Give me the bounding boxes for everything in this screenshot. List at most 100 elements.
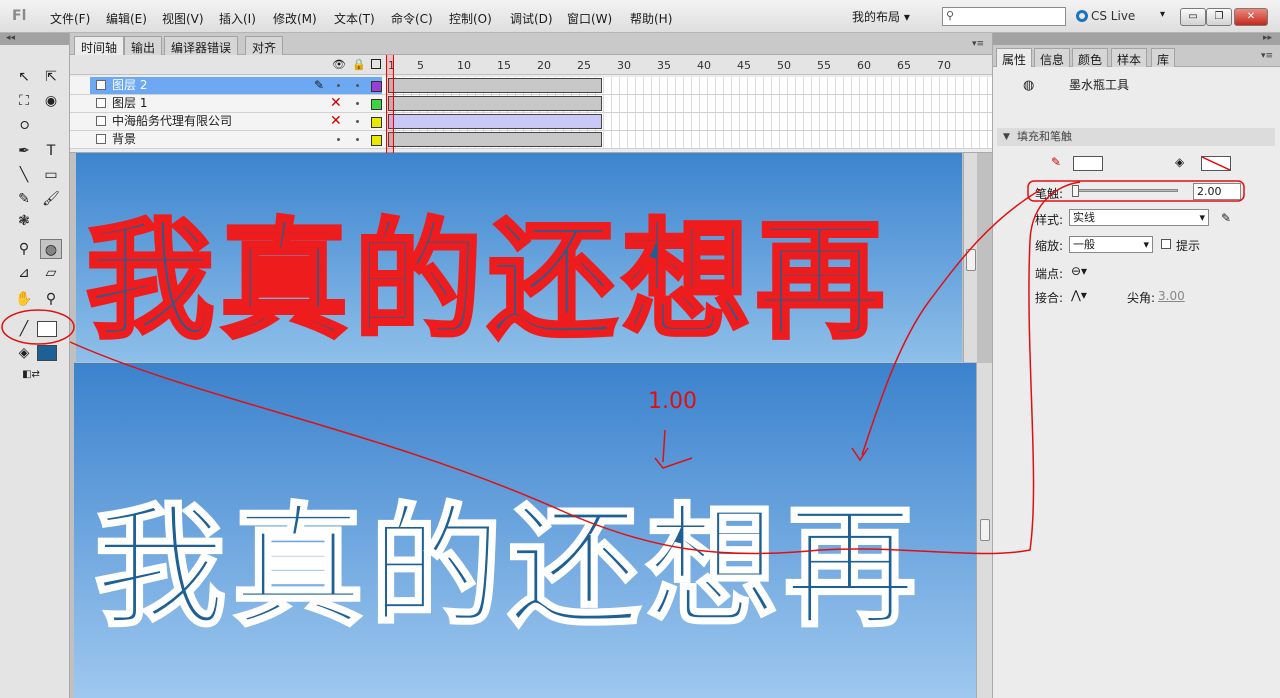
edit-stroke-style-icon[interactable]: ✎: [1221, 211, 1231, 225]
menu-help[interactable]: 帮助(H): [630, 10, 672, 27]
ink-bottle-icon: ◍: [1023, 78, 1035, 93]
menu-debug[interactable]: 调试(D): [510, 10, 553, 27]
tab-color[interactable]: 颜色: [1072, 48, 1109, 67]
tab-output[interactable]: 输出: [124, 36, 163, 55]
text-tool-icon[interactable]: T: [40, 141, 62, 161]
brush-tool-icon[interactable]: 🖌: [40, 189, 62, 209]
layer-frames[interactable]: [388, 77, 992, 94]
panel-menu-icon[interactable]: ▾≡: [1261, 51, 1273, 61]
layer-color-box[interactable]: [371, 117, 382, 128]
fill-color-swatch[interactable]: [1201, 156, 1231, 171]
layer-color-box[interactable]: [371, 99, 382, 110]
hidden-x-icon[interactable]: ✕: [330, 113, 342, 130]
menu-text[interactable]: 文本(T): [334, 10, 375, 27]
minimize-button[interactable]: ▭: [1180, 8, 1206, 26]
deco-tool-icon[interactable]: ❃: [13, 211, 35, 231]
tab-info[interactable]: 信息: [1034, 48, 1071, 67]
close-button[interactable]: ✕: [1234, 8, 1268, 26]
style-dropdown[interactable]: 实线 ▾: [1069, 209, 1209, 226]
lasso-tool-icon[interactable]: ഠ: [13, 115, 35, 135]
slider-knob[interactable]: [1072, 185, 1079, 197]
stage-preview-bottom[interactable]: 我真的还想再: [74, 363, 976, 698]
tool-name: 墨水瓶工具: [1069, 78, 1130, 92]
lock-dot[interactable]: [356, 120, 359, 123]
tab-library[interactable]: 库: [1151, 48, 1176, 67]
cs-live-dropdown-icon[interactable]: ▾: [1160, 9, 1165, 20]
join-dropdown-icon[interactable]: ⋀▾: [1071, 288, 1087, 302]
zoom-tool-icon[interactable]: ⚲: [40, 289, 62, 309]
menu-commands[interactable]: 命令(C): [391, 10, 433, 27]
stage-text-white-stroke[interactable]: 我真的还想再: [93, 461, 922, 652]
tab-compiler-errors[interactable]: 编译器错误: [164, 36, 239, 55]
vertical-scrollbar[interactable]: [963, 153, 977, 362]
outline-icon[interactable]: [371, 59, 381, 69]
tab-properties[interactable]: 属性: [996, 48, 1033, 67]
timeline-panel: 时间轴 输出 编译器错误 对齐 ▾≡ 👁 🔒 1 5 10 15 20 25 3…: [70, 33, 992, 153]
layer-color-box[interactable]: [371, 135, 382, 146]
layer-row[interactable]: 图层 2 ✎: [70, 77, 992, 95]
tab-align[interactable]: 对齐: [245, 36, 284, 55]
eyedropper-tool-icon[interactable]: ⊿: [13, 263, 35, 283]
stroke-color-swatch[interactable]: [37, 321, 57, 337]
eraser-tool-icon[interactable]: ▱: [40, 263, 62, 283]
layer-frames[interactable]: [388, 131, 992, 148]
layer-row[interactable]: 图层 1 ✕: [70, 95, 992, 113]
3d-rotation-icon[interactable]: ◉: [40, 91, 62, 111]
cs-live-button[interactable]: CS Live: [1076, 9, 1135, 23]
menu-modify[interactable]: 修改(M): [273, 10, 317, 27]
layer-frames[interactable]: [388, 113, 992, 130]
lock-dot[interactable]: [356, 102, 359, 105]
tab-timeline[interactable]: 时间轴: [74, 36, 125, 55]
layer-color-box[interactable]: [371, 81, 382, 92]
scroll-thumb[interactable]: [980, 519, 990, 541]
ink-bottle-tool-icon[interactable]: ◍: [40, 239, 62, 259]
menu-edit[interactable]: 编辑(E): [106, 10, 147, 27]
vertical-scrollbar[interactable]: [976, 363, 992, 698]
menu-insert[interactable]: 插入(I): [219, 10, 256, 27]
eye-icon[interactable]: 👁: [332, 58, 346, 71]
stroke-slider[interactable]: [1072, 185, 1178, 197]
rectangle-tool-icon[interactable]: ▭: [40, 165, 62, 185]
lock-dot[interactable]: [356, 84, 359, 87]
hint-checkbox[interactable]: [1161, 239, 1171, 249]
stroke-width-field[interactable]: 2.00: [1193, 183, 1241, 200]
pencil-tool-icon[interactable]: ✎: [13, 189, 35, 209]
subselection-tool-icon[interactable]: ⇱: [40, 67, 62, 87]
cap-dropdown-icon[interactable]: ⊖▾: [1071, 264, 1087, 278]
restore-button[interactable]: ❐: [1206, 8, 1232, 26]
line-tool-icon[interactable]: ╲: [13, 165, 35, 185]
menu-file[interactable]: 文件(F): [50, 10, 90, 27]
layer-row[interactable]: 背景: [70, 131, 992, 149]
layer-row[interactable]: 中海船务代理有限公司 ✕: [70, 113, 992, 131]
fill-stroke-section[interactable]: ▼ 填充和笔触: [997, 128, 1275, 146]
tab-swatches[interactable]: 样本: [1111, 48, 1148, 67]
layer-frames[interactable]: [388, 95, 992, 112]
fill-color-swatch[interactable]: [37, 345, 57, 361]
menu-window[interactable]: 窗口(W): [567, 10, 612, 27]
selection-tool-icon[interactable]: ↖: [13, 67, 35, 87]
lock-dot[interactable]: [356, 138, 359, 141]
search-input[interactable]: ⚲: [942, 7, 1066, 26]
properties-header: ▸▸: [993, 33, 1280, 45]
visibility-dot[interactable]: [337, 84, 340, 87]
scale-dropdown[interactable]: 一般 ▾: [1069, 236, 1153, 253]
bone-tool-icon[interactable]: ⚲: [13, 239, 35, 259]
stroke-color-swatch[interactable]: [1073, 156, 1103, 171]
free-transform-icon[interactable]: ⛶: [13, 91, 35, 111]
playhead[interactable]: [386, 55, 394, 153]
menu-control[interactable]: 控制(O): [449, 10, 492, 27]
properties-tabs: 属性 信息 颜色 样本 库 ▾≡: [993, 45, 1280, 67]
lock-icon[interactable]: 🔒: [352, 58, 366, 71]
workspace-layout-dropdown[interactable]: 我的布局 ▾: [852, 8, 910, 25]
stage-preview-top[interactable]: 我真的还想再: [76, 153, 962, 362]
swap-colors-icon[interactable]: ◧⇄: [20, 365, 42, 385]
menu-view[interactable]: 视图(V): [162, 10, 204, 27]
hand-tool-icon[interactable]: ✋: [13, 289, 35, 309]
hidden-x-icon[interactable]: ✕: [330, 95, 342, 112]
panel-menu-icon[interactable]: ▾≡: [972, 39, 984, 49]
miter-value[interactable]: 3.00: [1158, 289, 1185, 303]
visibility-dot[interactable]: [337, 138, 340, 141]
pen-tool-icon[interactable]: ✒: [13, 141, 35, 161]
scroll-thumb[interactable]: [966, 249, 976, 271]
stage-text-red-stroke[interactable]: 我真的还想再: [84, 177, 890, 362]
